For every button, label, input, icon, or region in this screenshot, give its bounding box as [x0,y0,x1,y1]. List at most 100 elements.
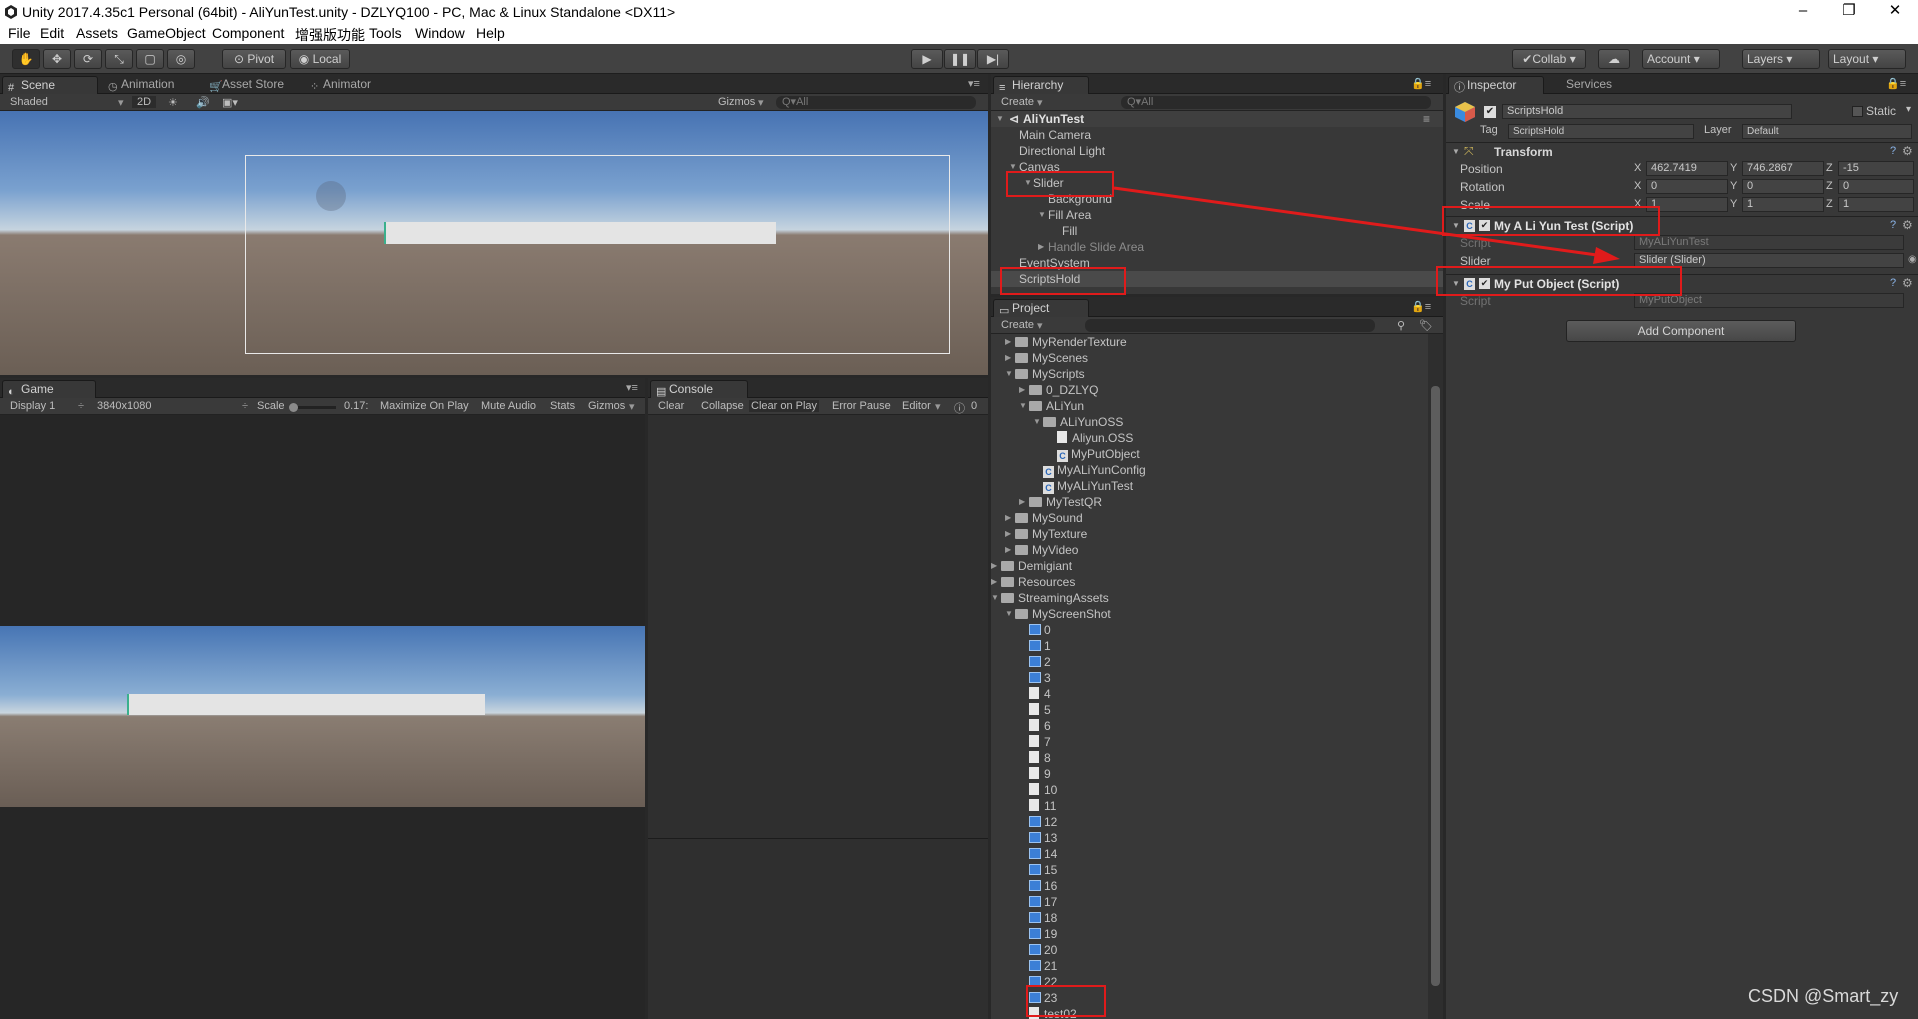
info-icon[interactable]: ⓘ [954,400,965,416]
menu-file[interactable]: File [8,25,31,41]
help-icon[interactable]: ? [1890,277,1896,289]
project-item-doc[interactable]: 10 [1029,782,1057,798]
step-button[interactable]: ▶| [977,49,1009,69]
project-item-img[interactable]: 3 [1029,670,1051,686]
menu-component[interactable]: Component [212,25,284,41]
transform-tool-button[interactable]: ◎ [167,49,195,69]
position-y-input[interactable]: 746.2867 [1742,161,1824,176]
project-item-folder[interactable]: ▶ Resources [991,574,1075,590]
help-icon[interactable]: ? [1890,145,1896,157]
static-checkbox[interactable] [1852,106,1863,117]
menu-enhanced[interactable]: 增强版功能 [295,25,365,45]
static-arrow-icon[interactable]: ▾ [1906,104,1911,115]
comp1-enabled-checkbox[interactable]: ✔ [1479,220,1490,231]
hierarchy-item[interactable]: Fill [1062,223,1077,239]
comp2-header[interactable]: ▼ C ✔ My Put Object (Script) ? ⚙ [1446,274,1918,292]
play-button[interactable]: ▶ [911,49,943,69]
project-item-img[interactable]: 13 [1029,830,1057,846]
collapse-button[interactable]: Collapse [701,400,744,412]
project-lock-icon[interactable]: 🔒≡ [1411,300,1431,313]
rotation-y-input[interactable]: 0 [1742,179,1824,194]
scale-y-input[interactable]: 1 [1742,197,1824,212]
display-dropdown[interactable]: Display 1 [10,400,55,412]
hand-tool-button[interactable]: ✋ [12,49,40,69]
layer-dropdown[interactable]: Default [1742,124,1912,139]
collapse-triangle-icon[interactable]: ▶ [1005,510,1011,526]
account-dropdown[interactable]: Account ▾ [1642,49,1720,69]
project-item-doc[interactable]: 5 [1029,702,1051,718]
project-item-folder[interactable]: ▼ MyScripts [1005,366,1085,382]
mute-audio-button[interactable]: Mute Audio [481,400,536,412]
position-x-input[interactable]: 462.7419 [1646,161,1728,176]
effects-icon[interactable]: ▣▾ [222,96,238,109]
help-icon[interactable]: ? [1890,219,1896,231]
project-item-img[interactable]: 16 [1029,878,1057,894]
active-checkbox[interactable]: ✔ [1484,106,1496,118]
scale-tool-button[interactable]: ⤡ [105,49,133,69]
project-item-doc[interactable]: 6 [1029,718,1051,734]
expand-triangle-icon[interactable]: ▼ [1005,366,1013,382]
scene-menu-icon[interactable]: ≡ [1423,111,1430,127]
menu-help[interactable]: Help [476,25,505,41]
object-name-input[interactable]: ScriptsHold [1502,104,1792,119]
project-item-folder[interactable]: ▶ MyTexture [1005,526,1087,542]
tab-project[interactable]: ▭ Project [993,299,1089,317]
restore-button[interactable]: ❐ [1826,0,1872,24]
add-component-button[interactable]: Add Component [1566,320,1796,342]
clear-button[interactable]: Clear [658,400,684,412]
project-item-img[interactable]: 15 [1029,862,1057,878]
stats-button[interactable]: Stats [550,400,575,412]
clear-on-play-button[interactable]: Clear on Play [749,400,820,412]
comp1-header[interactable]: ▼ C ✔ My A Li Yun Test (Script) ? ⚙ [1446,216,1918,234]
collapse-triangle-icon[interactable]: ▶ [991,558,997,574]
hierarchy-item[interactable]: Main Camera [1019,127,1091,143]
scene-search-input[interactable]: Q▾All [776,96,976,109]
project-item-folder[interactable]: ▶ MyVideo [1005,542,1078,558]
project-item-folder[interactable]: ▶ MyTestQR [1019,494,1102,510]
tab-animation[interactable]: ◷ Animation [103,76,199,94]
project-item-doc[interactable]: Aliyun.OSS [1057,430,1133,446]
game-panel-menu-icon[interactable]: ▾≡ [626,381,638,394]
hierarchy-lock-icon[interactable]: 🔒≡ [1411,77,1431,90]
expand-triangle-icon[interactable]: ▼ [1019,398,1027,414]
expand-triangle-icon[interactable]: ▼ [1033,414,1041,430]
rotation-z-input[interactable]: 0 [1838,179,1914,194]
scene-viewport[interactable] [0,111,988,375]
project-item-img[interactable]: 1 [1029,638,1051,654]
scale-slider-thumb[interactable] [289,403,298,412]
panel-menu-icon[interactable]: ▾≡ [968,77,980,90]
expand-triangle-icon[interactable]: ▼ [991,590,999,606]
project-item-img[interactable]: 22 [1029,974,1057,990]
tab-hierarchy[interactable]: ≡ Hierarchy [993,76,1089,94]
transform-header[interactable]: ▼ ⤧ Transform ? ⚙ [1446,142,1918,160]
project-search-input[interactable] [1085,319,1375,332]
project-item-img[interactable]: 14 [1029,846,1057,862]
audio-icon[interactable]: 🔊 [196,96,210,109]
tab-inspector[interactable]: ⓘ Inspector [1448,76,1544,94]
hierarchy-item-selected[interactable]: ScriptsHold [991,271,1443,287]
collab-button[interactable]: ✔Collab ▾ [1512,49,1586,69]
collapse-triangle-icon[interactable]: ▶ [1005,526,1011,542]
project-item-doc[interactable]: 11 [1029,798,1056,814]
rotate-tool-button[interactable]: ⟳ [74,49,102,69]
scene-root-row[interactable]: ▼ ⊲ AliYunTest ≡ [991,111,1443,127]
collapse-triangle-icon[interactable]: ▶ [1005,542,1011,558]
hierarchy-item[interactable]: Directional Light [1019,143,1105,159]
tag-dropdown[interactable]: ScriptsHold [1508,124,1694,139]
collapse-triangle-icon[interactable]: ▶ [1019,494,1025,510]
object-picker-icon[interactable]: ◉ [1908,254,1917,265]
collapse-triangle-icon[interactable]: ▶ [1019,382,1025,398]
project-item-folder[interactable]: ▶ Demigiant [991,558,1072,574]
collapse-triangle-icon[interactable]: ▶ [1005,334,1011,350]
gizmos-dropdown[interactable]: Gizmos [718,96,755,108]
project-item-folder[interactable]: ▶ MyScenes [1005,350,1088,366]
menu-tools[interactable]: Tools [369,25,402,41]
project-item-folder[interactable]: ▼ StreamingAssets [991,590,1109,606]
error-pause-button[interactable]: Error Pause [832,400,891,412]
layers-dropdown[interactable]: Layers ▾ [1742,49,1820,69]
pivot-button[interactable]: ⊙ Pivot [222,49,286,69]
project-item-folder[interactable]: ▼ MyScreenShot [1005,606,1111,622]
rotation-x-input[interactable]: 0 [1646,179,1728,194]
menu-gameobject[interactable]: GameObject [127,25,206,41]
project-item-img[interactable]: 23 [1029,990,1057,1006]
